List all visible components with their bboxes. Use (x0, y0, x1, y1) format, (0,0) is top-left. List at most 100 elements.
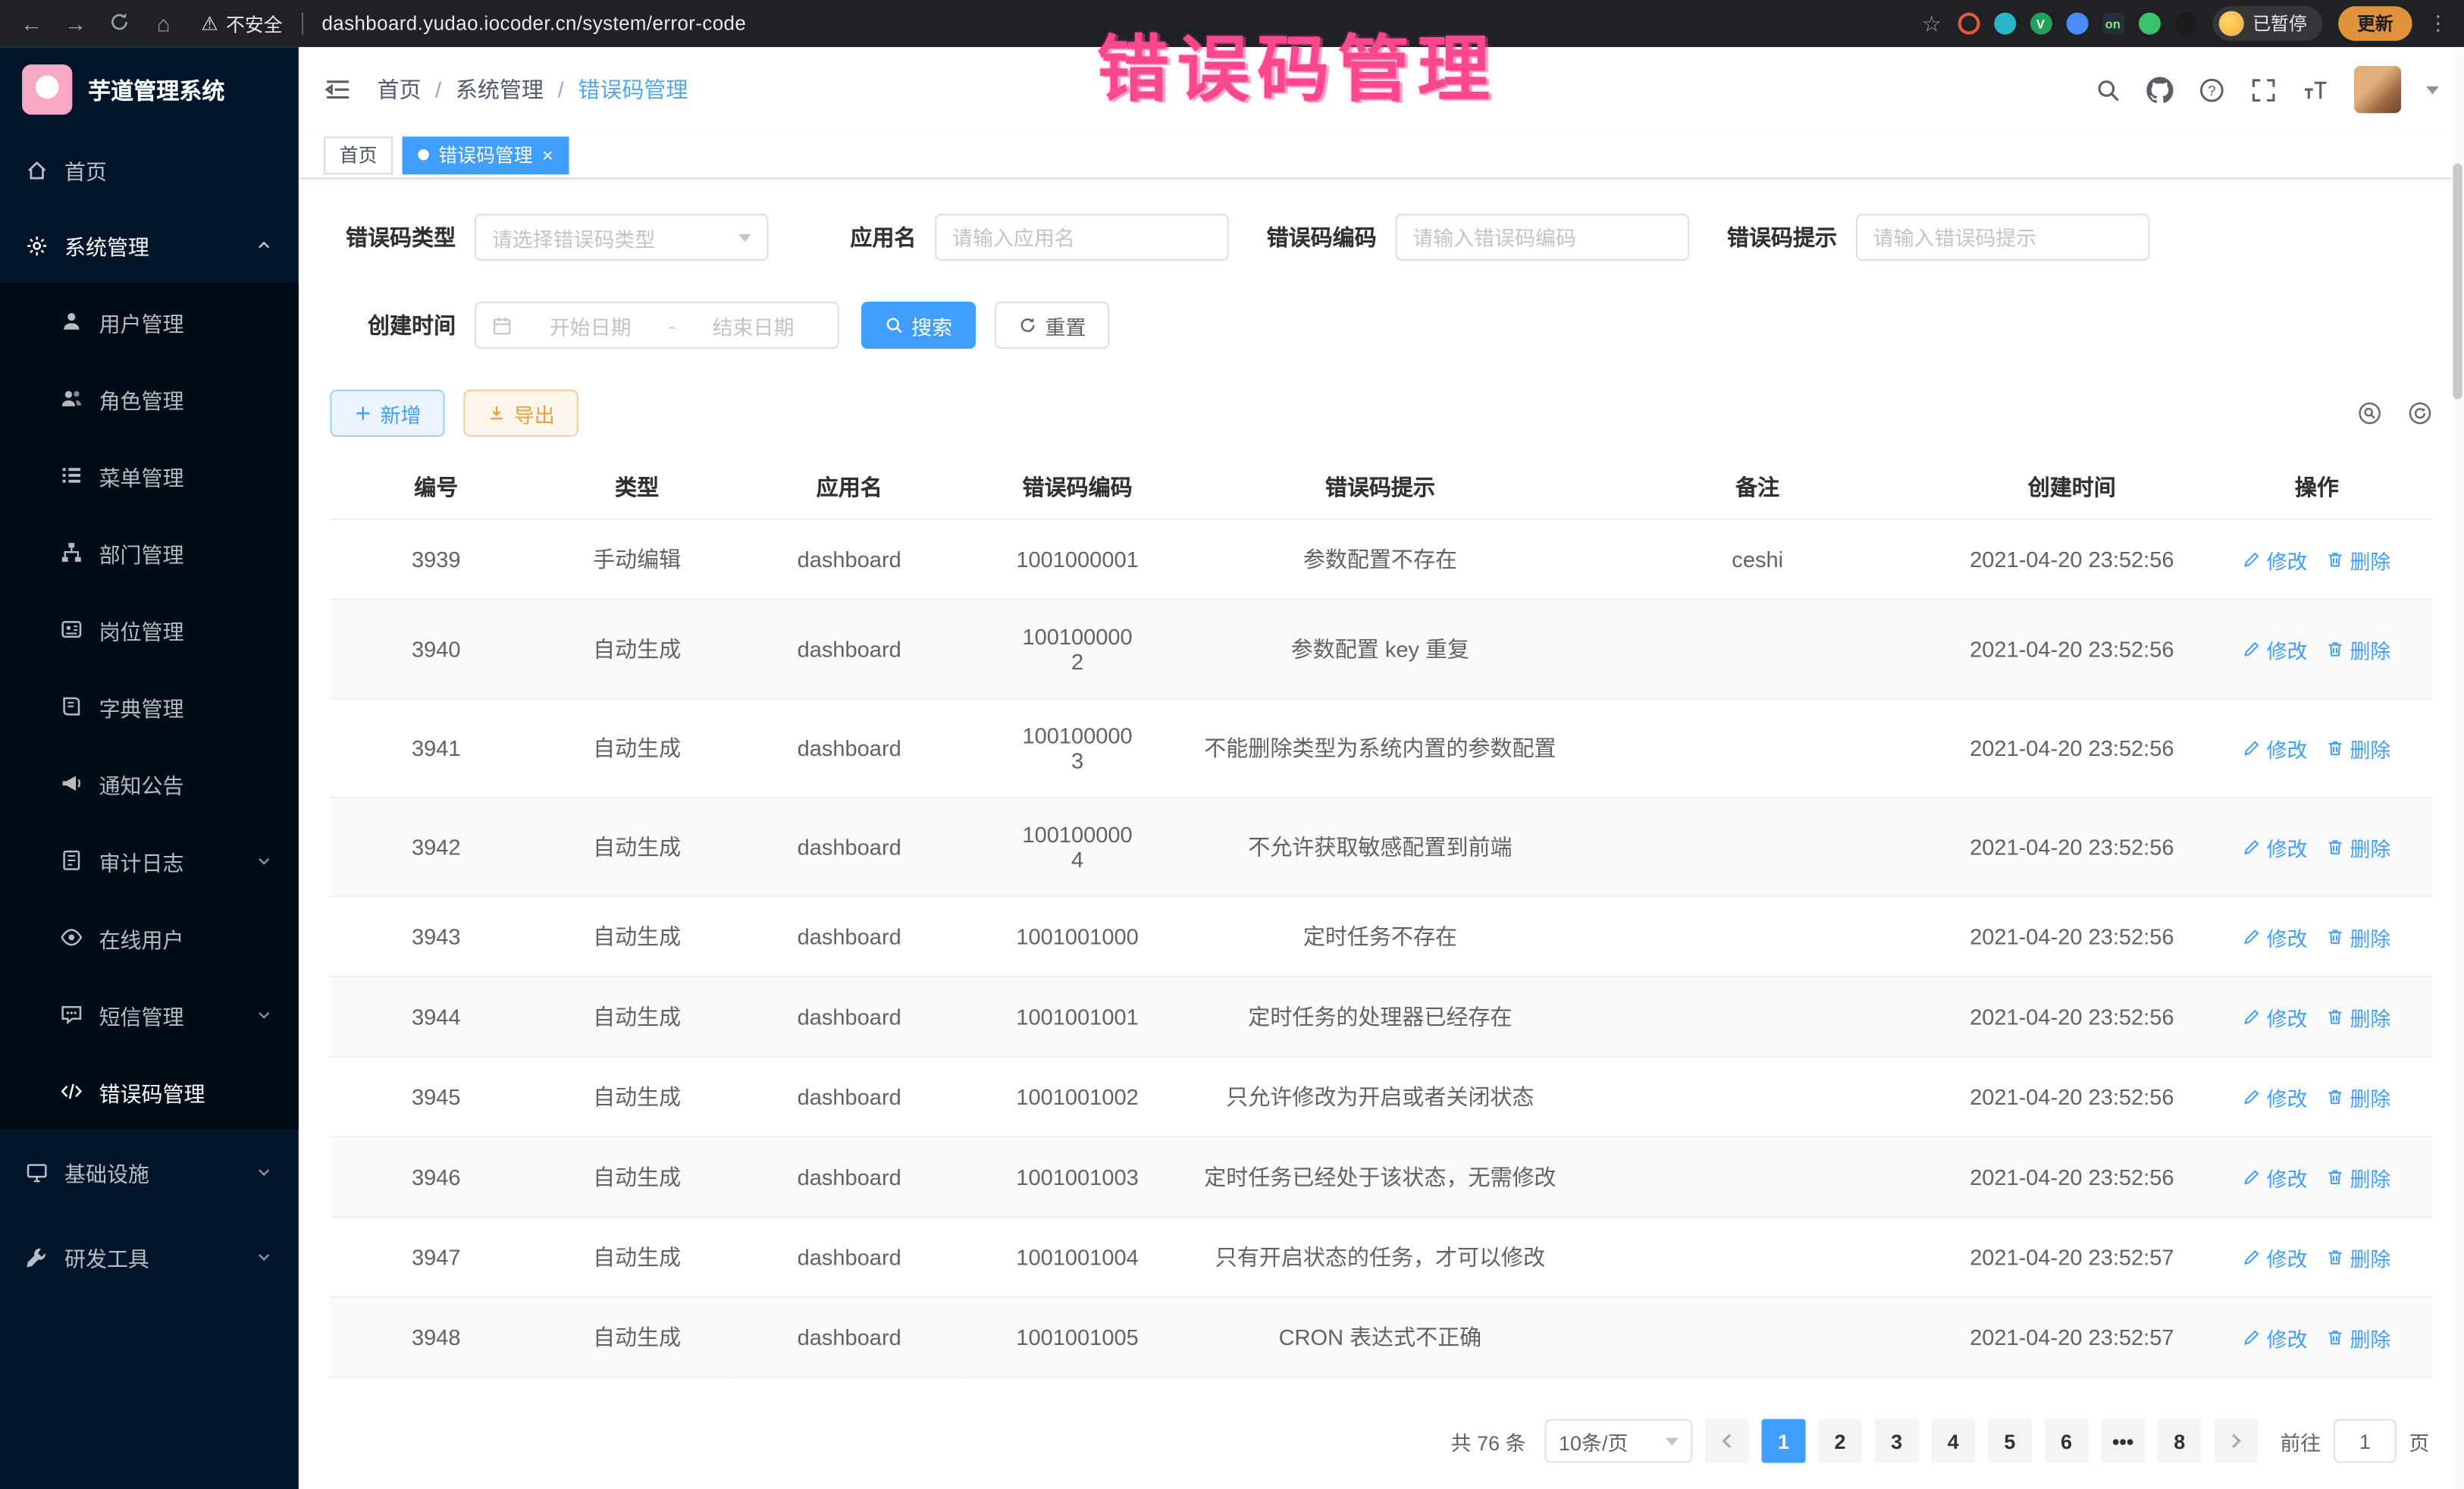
error-type-select[interactable]: 请选择错误码类型 (475, 214, 769, 261)
bookmark-star-icon[interactable]: ☆ (1922, 10, 1942, 36)
edit-link[interactable]: 修改 (2243, 634, 2307, 663)
font-size-icon[interactable] (2303, 77, 2329, 103)
menu-fold-icon[interactable] (324, 75, 352, 103)
edit-link[interactable]: 修改 (2243, 832, 2307, 861)
extension-icon[interactable] (1958, 13, 1980, 35)
error-hint-input[interactable] (1873, 225, 2133, 249)
sidebar-item-基础设施[interactable]: 基础设施 (0, 1130, 299, 1215)
sidebar-item-在线用户[interactable]: 在线用户 (0, 899, 299, 976)
fullscreen-icon[interactable] (2250, 77, 2277, 103)
sidebar-item-岗位管理[interactable]: 岗位管理 (0, 591, 299, 668)
reload-icon[interactable] (104, 10, 135, 36)
extension-icon[interactable] (2066, 13, 2088, 35)
search-icon[interactable] (2095, 77, 2121, 103)
sidebar-item-部门管理[interactable]: 部门管理 (0, 514, 299, 591)
sidebar-item-审计日志[interactable]: 审计日志 (0, 822, 299, 899)
github-icon[interactable] (2146, 77, 2173, 103)
sidebar-item-用户管理[interactable]: 用户管理 (0, 283, 299, 360)
delete-link[interactable]: 删除 (2326, 544, 2390, 574)
sidebar-item-菜单管理[interactable]: 菜单管理 (0, 437, 299, 514)
page-button[interactable]: 2 (1818, 1419, 1862, 1463)
column-header[interactable]: 编号 (330, 456, 542, 519)
page-button[interactable]: 5 (1988, 1419, 2032, 1463)
extension-icon[interactable] (2138, 13, 2160, 35)
breadcrumb-item[interactable]: 系统管理 (456, 74, 544, 105)
sidebar-item-研发工具[interactable]: 研发工具 (0, 1215, 299, 1299)
delete-link[interactable]: 删除 (2326, 1242, 2390, 1271)
delete-link[interactable]: 删除 (2326, 733, 2390, 763)
reset-button[interactable]: 重置 (995, 302, 1109, 349)
breadcrumb-item[interactable]: 首页 (377, 74, 421, 105)
goto-page-input[interactable] (2334, 1419, 2397, 1463)
back-icon[interactable]: ← (16, 11, 47, 36)
extension-icon[interactable] (1993, 13, 2015, 35)
page-ellipsis[interactable]: ••• (2101, 1419, 2145, 1463)
extension-icon[interactable]: V (2030, 13, 2052, 35)
edit-link[interactable]: 修改 (2243, 1082, 2307, 1111)
search-button[interactable]: 搜索 (861, 302, 976, 349)
edit-link[interactable]: 修改 (2243, 1002, 2307, 1031)
page-button[interactable]: 1 (1761, 1419, 1805, 1463)
refresh-icon[interactable] (2407, 401, 2432, 426)
delete-link[interactable]: 删除 (2326, 634, 2390, 663)
add-button[interactable]: 新增 (330, 390, 444, 437)
scrollbar-thumb[interactable] (2453, 164, 2462, 400)
page-button[interactable]: 8 (2158, 1419, 2202, 1463)
export-button[interactable]: 导出 (463, 390, 578, 437)
user-avatar[interactable] (2354, 66, 2401, 113)
help-icon[interactable]: ? (2199, 77, 2225, 103)
delete-link[interactable]: 删除 (2326, 1002, 2390, 1031)
column-header[interactable]: 类型 (542, 456, 732, 519)
column-header[interactable]: 错误码提示 (1188, 456, 1572, 519)
edit-link[interactable]: 修改 (2243, 1162, 2307, 1192)
edit-link[interactable]: 修改 (2243, 1242, 2307, 1271)
update-button[interactable]: 更新 (2338, 6, 2412, 41)
edit-link[interactable]: 修改 (2243, 1322, 2307, 1352)
tab-首页[interactable]: 首页 (324, 136, 393, 174)
error-code-input[interactable] (1412, 225, 1672, 249)
logo-row[interactable]: 芋道管理系统 (0, 47, 299, 132)
sidebar-item-角色管理[interactable]: 角色管理 (0, 360, 299, 437)
page-button[interactable]: 4 (1931, 1419, 1975, 1463)
column-header[interactable]: 应用名 (732, 456, 967, 519)
tab-错误码管理[interactable]: 错误码管理× (403, 136, 569, 174)
sidebar-item-短信管理[interactable]: 短信管理 (0, 976, 299, 1053)
next-page-button[interactable] (2214, 1419, 2258, 1463)
breadcrumb-item[interactable]: 错误码管理 (578, 74, 688, 105)
home-browser-icon[interactable]: ⌂ (148, 11, 179, 36)
caret-down-icon[interactable] (2426, 86, 2439, 93)
scrollbar[interactable] (2451, 47, 2464, 1489)
extension-icon[interactable] (2174, 13, 2196, 35)
edit-link[interactable]: 修改 (2243, 544, 2307, 574)
app-name-input[interactable] (952, 225, 1212, 249)
sidebar-item-通知公告[interactable]: 通知公告 (0, 744, 299, 822)
column-header[interactable]: 创建时间 (1942, 456, 2201, 519)
delete-link[interactable]: 删除 (2326, 832, 2390, 861)
sidebar-item-首页[interactable]: 首页 (0, 132, 299, 207)
extension-icon[interactable]: on (2102, 13, 2124, 35)
sidebar-item-字典管理[interactable]: 字典管理 (0, 668, 299, 745)
address-bar[interactable]: dashboard.yudao.iocoder.cn/system/error-… (321, 13, 746, 35)
date-range-picker[interactable]: 开始日期 - 结束日期 (475, 302, 839, 349)
page-button[interactable]: 3 (1875, 1419, 1919, 1463)
column-header[interactable]: 备注 (1572, 456, 1942, 519)
delete-link[interactable]: 删除 (2326, 1082, 2390, 1111)
delete-link[interactable]: 删除 (2326, 1162, 2390, 1192)
page-size-select[interactable]: 10条/页 (1544, 1419, 1692, 1463)
forward-icon[interactable]: → (60, 11, 91, 36)
toggle-search-icon[interactable] (2357, 401, 2382, 426)
edit-link[interactable]: 修改 (2243, 733, 2307, 763)
column-header[interactable]: 错误码编码 (967, 456, 1187, 519)
security-indicator[interactable]: ⚠ 不安全 (201, 10, 282, 36)
edit-link[interactable]: 修改 (2243, 922, 2307, 951)
prev-page-button[interactable] (1705, 1419, 1749, 1463)
sidebar-item-系统管理[interactable]: 系统管理 (0, 208, 299, 283)
delete-link[interactable]: 删除 (2326, 922, 2390, 951)
column-header[interactable]: 操作 (2201, 456, 2432, 519)
profile-pill[interactable]: 已暂停 (2212, 6, 2322, 41)
page-button[interactable]: 6 (2045, 1419, 2089, 1463)
close-icon[interactable]: × (542, 146, 553, 165)
browser-menu-icon[interactable]: ⋮ (2428, 11, 2448, 36)
sidebar-item-错误码管理[interactable]: 错误码管理 (0, 1053, 299, 1130)
delete-link[interactable]: 删除 (2326, 1322, 2390, 1352)
